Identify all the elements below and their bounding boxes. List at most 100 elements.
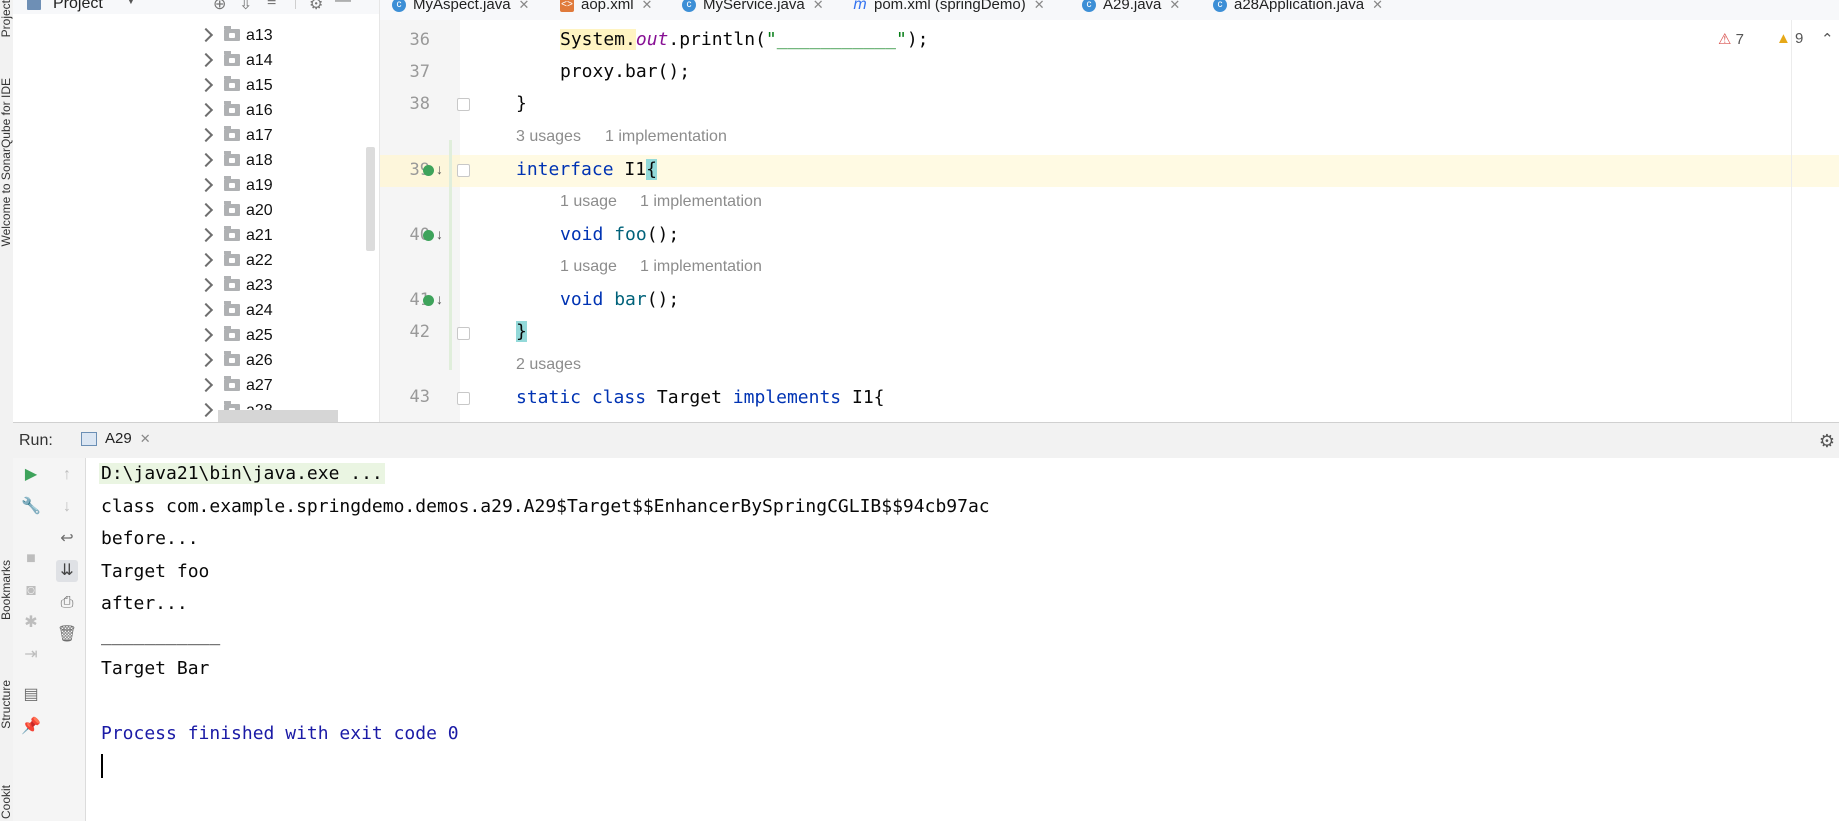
- implemented-icon[interactable]: [423, 230, 434, 241]
- fold-icon[interactable]: [457, 392, 470, 405]
- chevron-right-icon[interactable]: [198, 227, 214, 243]
- code-token: foo: [603, 224, 647, 245]
- stop-icon[interactable]: ■: [20, 548, 42, 570]
- collapse-all-icon[interactable]: ≡: [267, 0, 276, 11]
- tree-item-a22[interactable]: a22: [13, 250, 379, 275]
- chevron-right-icon[interactable]: [198, 152, 214, 168]
- expand-all-icon[interactable]: ⇩: [239, 0, 252, 14]
- tree-item-a18[interactable]: a18: [13, 150, 379, 175]
- code-editor[interactable]: 36 37 38 39 40 41 42 43 ↓ ↓ ↓ ⚠ 7 ▲ 9 ⌃ …: [380, 20, 1839, 422]
- tab-pom-xml[interactable]: m pom.xml (springDemo) ✕: [853, 0, 1045, 20]
- project-scrollbar[interactable]: [366, 147, 375, 251]
- arrow-down-icon[interactable]: ↓: [436, 291, 443, 307]
- chevron-right-icon[interactable]: [198, 352, 214, 368]
- tree-item-a25[interactable]: a25: [13, 325, 379, 350]
- usages-hint[interactable]: 1 usage: [560, 258, 617, 276]
- text-caret: [101, 754, 103, 778]
- tree-item-a24[interactable]: a24: [13, 300, 379, 325]
- implementation-hint[interactable]: 1 implementation: [640, 258, 762, 276]
- print-icon[interactable]: ⎙: [56, 592, 78, 614]
- chevron-right-icon[interactable]: [198, 127, 214, 143]
- close-icon[interactable]: ✕: [140, 431, 151, 446]
- chevron-right-icon[interactable]: [198, 302, 214, 318]
- wrench-icon[interactable]: 🔧: [20, 496, 42, 518]
- scroll-to-end-icon[interactable]: ⇊: [56, 560, 78, 582]
- close-icon[interactable]: ✕: [519, 0, 530, 12]
- tab-a28application[interactable]: c a28Application.java ✕: [1213, 0, 1383, 20]
- tree-item-a15[interactable]: a15: [13, 75, 379, 100]
- tab-myservice[interactable]: c MyService.java ✕: [682, 0, 824, 20]
- tree-item-a23[interactable]: a23: [13, 275, 379, 300]
- run-tab-a29[interactable]: A29 ✕: [75, 430, 157, 461]
- chevron-right-icon[interactable]: [198, 77, 214, 93]
- tree-item-a17[interactable]: a17: [13, 125, 379, 150]
- usages-hint[interactable]: 2 usages: [516, 356, 581, 374]
- layout-icon[interactable]: ▤: [20, 684, 42, 706]
- stripe-structure-button[interactable]: Structure: [0, 680, 13, 729]
- arrow-down-icon[interactable]: ↓: [436, 161, 443, 177]
- rerun-icon[interactable]: ▶: [20, 464, 42, 486]
- tree-item-a14[interactable]: a14: [13, 50, 379, 75]
- close-icon[interactable]: ✕: [813, 0, 824, 12]
- console-line[interactable]: D:\java21\bin\java.exe ...: [99, 463, 385, 484]
- chevron-right-icon[interactable]: [198, 27, 214, 43]
- tab-label: MyAspect.java: [413, 0, 511, 13]
- stripe-bookmarks-button[interactable]: Bookmarks: [0, 560, 13, 620]
- implemented-icon[interactable]: [423, 165, 434, 176]
- usages-hint[interactable]: 3 usages: [516, 128, 581, 146]
- chevron-right-icon[interactable]: [198, 177, 214, 193]
- chevron-right-icon[interactable]: [198, 52, 214, 68]
- chevron-up-icon[interactable]: ⌃: [1821, 30, 1834, 48]
- chevron-down-icon[interactable]: ▼: [125, 0, 137, 7]
- camera-icon[interactable]: ◙: [20, 580, 42, 602]
- fold-icon[interactable]: [457, 98, 470, 111]
- stripe-cookit-button[interactable]: Cookit: [0, 785, 13, 819]
- chevron-right-icon[interactable]: [198, 277, 214, 293]
- exit-icon[interactable]: ⇥: [20, 644, 42, 666]
- implementation-hint[interactable]: 1 implementation: [640, 193, 762, 211]
- chevron-right-icon[interactable]: [198, 402, 214, 418]
- tree-item-a21[interactable]: a21: [13, 225, 379, 250]
- gear-icon[interactable]: ⚙: [309, 0, 323, 14]
- locate-icon[interactable]: ⊕: [213, 0, 226, 14]
- usages-hint[interactable]: 1 usage: [560, 193, 617, 211]
- minimize-icon[interactable]: —: [335, 0, 351, 10]
- tree-item-a13[interactable]: a13: [13, 25, 379, 50]
- stripe-sonarqube-button[interactable]: Welcome to SonarQube for IDE: [0, 78, 13, 247]
- tab-aop-xml[interactable]: <> aop.xml ✕: [560, 0, 652, 20]
- chevron-right-icon[interactable]: [198, 377, 214, 393]
- stripe-project-button[interactable]: Project: [0, 0, 13, 37]
- chevron-right-icon[interactable]: [198, 252, 214, 268]
- tree-item-a19[interactable]: a19: [13, 175, 379, 200]
- tree-item-a20[interactable]: a20: [13, 200, 379, 225]
- tree-item-a26[interactable]: a26: [13, 350, 379, 375]
- close-icon[interactable]: ✕: [642, 0, 653, 12]
- close-icon[interactable]: ✕: [1169, 0, 1180, 12]
- code-line-36: System.out.println("___________");: [560, 29, 929, 50]
- chevron-right-icon[interactable]: [198, 327, 214, 343]
- gear-icon[interactable]: ⚙: [1819, 431, 1835, 452]
- pin-icon[interactable]: 📌: [20, 716, 42, 738]
- debug-icon[interactable]: ✱: [20, 612, 42, 634]
- chevron-right-icon[interactable]: [198, 102, 214, 118]
- arrow-down-icon[interactable]: ↓: [436, 226, 443, 242]
- implementation-hint[interactable]: 1 implementation: [605, 128, 727, 146]
- arrow-down-icon[interactable]: ↓: [56, 496, 78, 518]
- implemented-icon[interactable]: [423, 295, 434, 306]
- soft-wrap-icon[interactable]: ↩: [56, 528, 78, 550]
- chevron-right-icon[interactable]: [198, 202, 214, 218]
- fold-icon[interactable]: [457, 164, 470, 177]
- close-icon[interactable]: ✕: [1372, 0, 1383, 12]
- project-horizontal-scrollbar[interactable]: [218, 410, 338, 422]
- error-count[interactable]: ⚠ 7: [1718, 30, 1744, 48]
- tree-item-a16[interactable]: a16: [13, 100, 379, 125]
- close-icon[interactable]: ✕: [1034, 0, 1045, 12]
- console-output[interactable]: D:\java21\bin\java.exe ... class com.exa…: [86, 458, 1839, 821]
- tree-item-a27[interactable]: a27: [13, 375, 379, 400]
- tab-myaspect[interactable]: c MyAspect.java ✕: [392, 0, 529, 20]
- fold-icon[interactable]: [457, 327, 470, 340]
- arrow-up-icon[interactable]: ↑: [56, 464, 78, 486]
- project-title[interactable]: Project: [53, 0, 103, 13]
- warning-count[interactable]: ▲ 9: [1776, 30, 1803, 47]
- trash-icon[interactable]: 🗑: [56, 624, 78, 646]
